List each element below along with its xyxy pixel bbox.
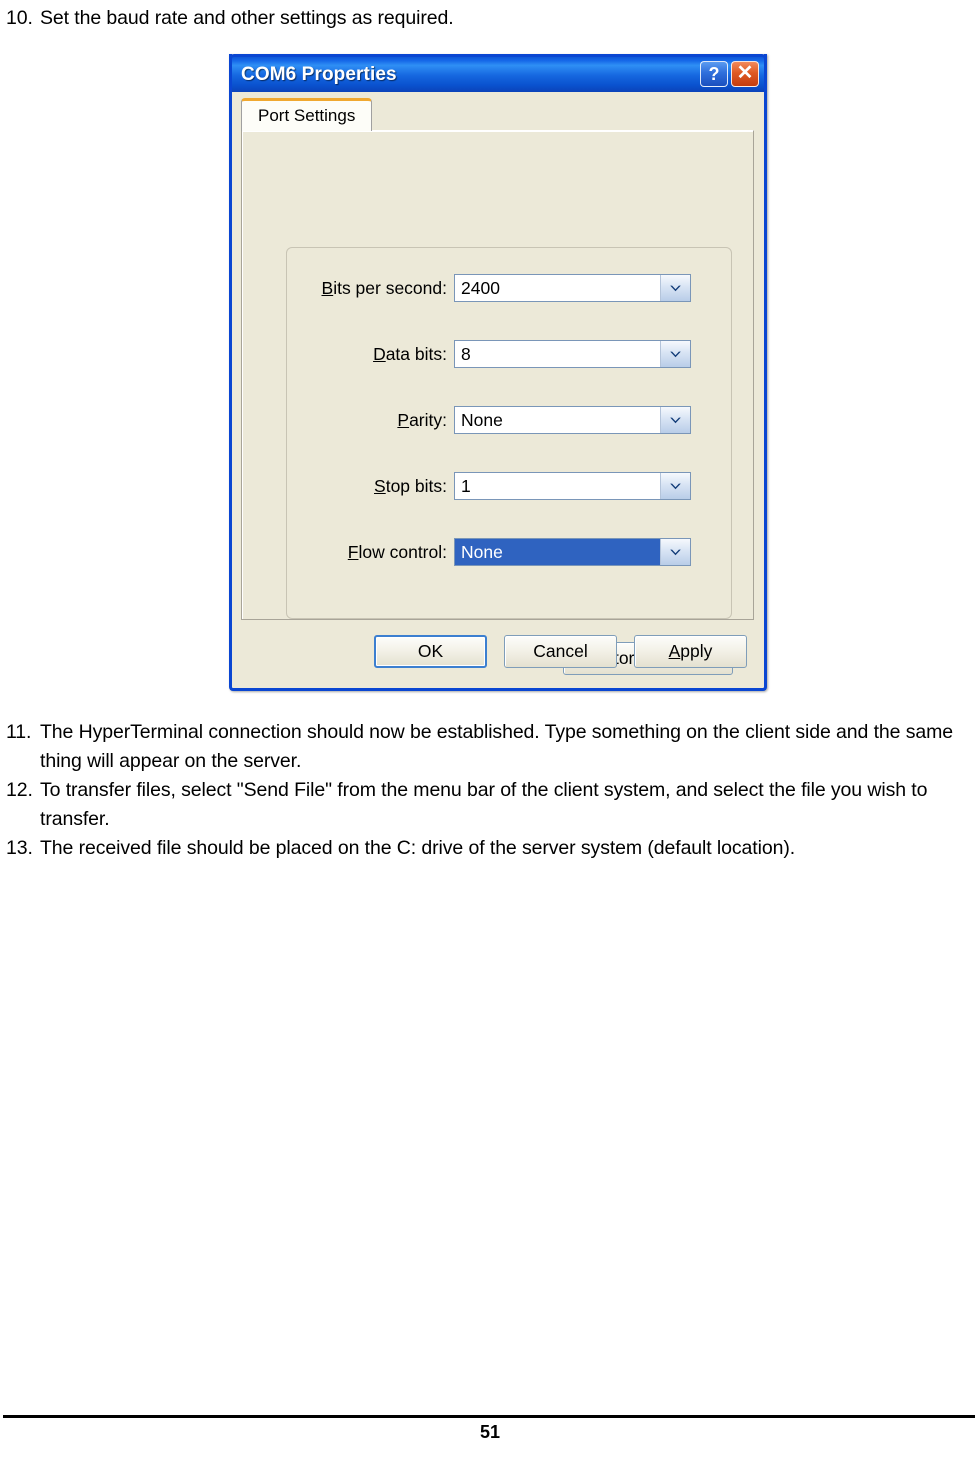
step-number: 10. [6,7,33,29]
close-icon[interactable]: ✕ [731,61,759,87]
dialog-footer-buttons: OK Cancel Apply [232,635,764,668]
stop-bits-label: Stop bits: [374,475,447,496]
page-number: 51 [479,1422,501,1442]
apply-label: Apply [668,641,713,661]
cancel-button[interactable]: Cancel [504,635,617,668]
step-number: 12. [6,779,33,801]
field-row-data-bits: Data bits: 8 [242,339,753,369]
chevron-down-icon[interactable] [660,275,690,301]
dialog-title: COM6 Properties [241,63,397,85]
page-footer-rule [3,1415,975,1418]
chevron-down-icon[interactable] [660,473,690,499]
data-bits-label: Data bits: [373,343,447,364]
apply-button[interactable]: Apply [634,635,747,668]
step-number: 13. [6,837,33,859]
step-number: 11. [6,721,32,743]
field-row-flow-control: Flow control: None [242,537,753,567]
help-icon[interactable]: ? [700,61,728,87]
bits-per-second-combobox[interactable]: 2400 [454,274,691,302]
tab-port-settings[interactable]: Port Settings [241,98,373,131]
parity-value: None [455,407,660,433]
data-bits-combobox[interactable]: 8 [454,340,691,368]
bits-per-second-value: 2400 [455,275,660,301]
ok-button[interactable]: OK [374,635,487,668]
flow-control-value: None [455,539,660,565]
chevron-down-icon[interactable] [660,539,690,565]
titlebar-buttons: ? ✕ [700,61,759,87]
bits-per-second-label: Bits per second: [321,277,448,298]
step-text: Set the baud rate and other settings as … [40,7,454,29]
parity-label: Parity: [397,409,447,430]
step-item: 10. Set the baud rate and other settings … [6,4,980,33]
following-step-list: 11. The HyperTerminal connection should n… [6,718,980,863]
parity-combobox[interactable]: None [454,406,691,434]
stop-bits-combobox[interactable]: 1 [454,472,691,500]
tab-panel-port-settings: Bits per second: 2400 Data bits: 8 Parity: No… [241,130,754,675]
flow-control-label: Flow control: [347,541,447,562]
com6-properties-dialog: COM6 Properties ? ✕ Port Settings Bits p… [229,54,767,691]
ok-label: OK [417,641,444,661]
help-glyph: ? [708,63,720,84]
close-glyph: ✕ [736,62,754,84]
step-text: The HyperTerminal connection should now … [40,721,953,772]
tab-port-settings-label: Port Settings [258,106,356,125]
step-item: 13. The received file should be placed on… [6,834,980,863]
field-row-stop-bits: Stop bits: 1 [242,471,753,501]
step-item: 12. To transfer files, select "Send File"… [6,776,980,834]
field-row-bits-per-second: Bits per second: 2400 [242,273,753,303]
chevron-down-icon[interactable] [660,407,690,433]
step-item: 11. The HyperTerminal connection should n… [6,718,980,776]
flow-control-combobox[interactable]: None [454,538,691,566]
step-text: To transfer files, select "Send File" fr… [40,779,928,830]
cancel-label: Cancel [533,641,588,661]
tab-strip: Port Settings [241,98,373,131]
field-row-parity: Parity: None [242,405,753,435]
stop-bits-value: 1 [455,473,660,499]
chevron-down-icon[interactable] [660,341,690,367]
data-bits-value: 8 [455,341,660,367]
dialog-titlebar: COM6 Properties ? ✕ [229,54,767,92]
step-text: The received file should be placed on th… [40,837,796,859]
intro-step-list: 10. Set the baud rate and other settings … [6,4,980,33]
